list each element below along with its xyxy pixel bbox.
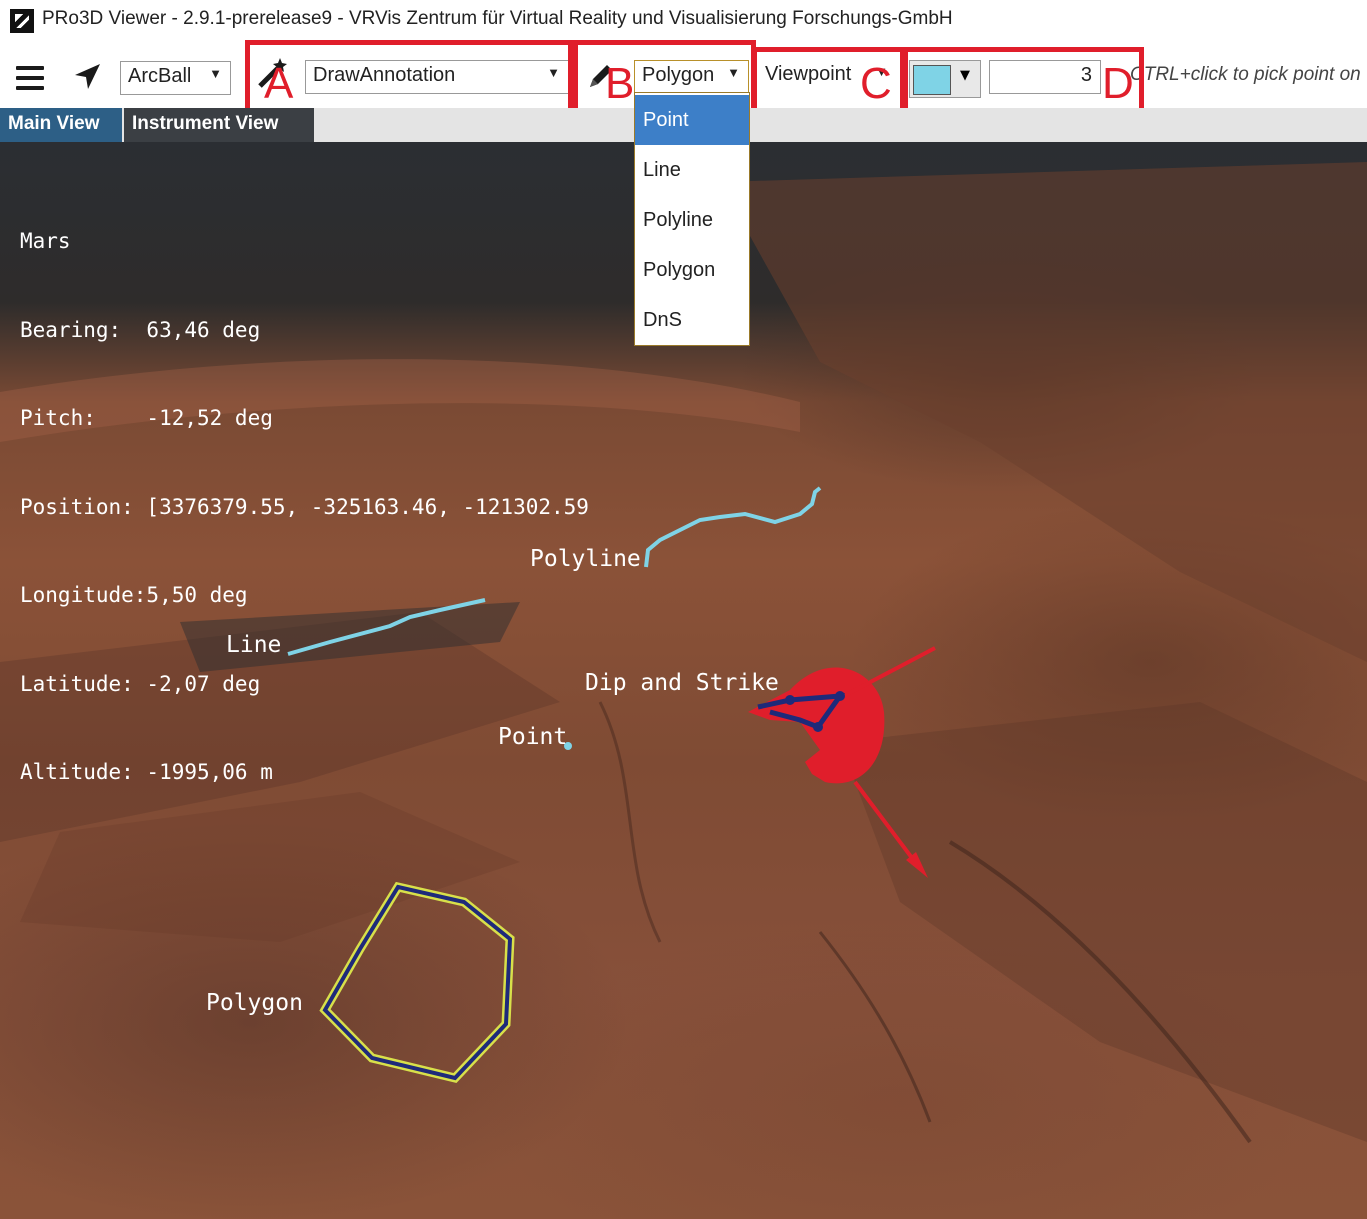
hud-pitch: Pitch: -12,52 deg	[20, 406, 273, 430]
menu-item-polyline[interactable]: Polyline	[635, 195, 749, 245]
title-bar: PRo3D Viewer - 2.9.1-prerelease9 - VRVis…	[0, 0, 1367, 42]
hud-planet: Mars	[20, 229, 71, 253]
window-title: PRo3D Viewer - 2.9.1-prerelease9 - VRVis…	[42, 8, 953, 29]
chevron-down-icon: ▼	[209, 66, 222, 81]
annotation-box-a	[245, 40, 578, 116]
label-polygon: Polygon	[206, 990, 303, 1016]
annotation-label-a: A	[264, 59, 294, 108]
hud-latitude: Latitude: -2,07 deg	[20, 671, 261, 696]
label-dip-and-strike: Dip and Strike	[585, 670, 779, 696]
annotation-label-b: B	[605, 59, 635, 108]
hint-text: CTRL+click to pick point on	[1130, 64, 1361, 85]
label-polyline: Polyline	[530, 546, 641, 572]
tab-main-view[interactable]: Main View	[0, 108, 122, 142]
hud-position: Position: [3376379.55, -325163.46, -1213…	[20, 494, 589, 519]
geometry-type-menu: Point Line Polyline Polygon DnS	[634, 92, 750, 346]
navigation-arrow-icon	[75, 64, 100, 89]
menu-item-polygon[interactable]: Polygon	[635, 245, 749, 295]
annotation-label-d: D	[1102, 59, 1134, 108]
hamburger-menu-icon[interactable]	[6, 56, 54, 100]
navigation-mode-value: ArcBall	[128, 65, 192, 87]
hud-bearing: Bearing: 63,46 deg	[20, 317, 261, 342]
app-logo-icon	[10, 9, 34, 33]
menu-item-dns[interactable]: DnS	[635, 295, 749, 345]
label-line: Line	[226, 632, 282, 658]
hud-longitude: Longitude:5,50 deg	[20, 583, 248, 607]
hud-altitude: Altitude: -1995,06 m	[20, 760, 273, 784]
menu-item-line[interactable]: Line	[635, 145, 749, 195]
menu-item-point[interactable]: Point	[635, 95, 749, 145]
navigation-mode-dropdown[interactable]: ArcBall ▼	[120, 61, 231, 95]
tab-instrument-view[interactable]: Instrument View	[124, 108, 314, 142]
annotation-label-c: C	[860, 59, 892, 108]
label-point: Point	[498, 724, 568, 750]
